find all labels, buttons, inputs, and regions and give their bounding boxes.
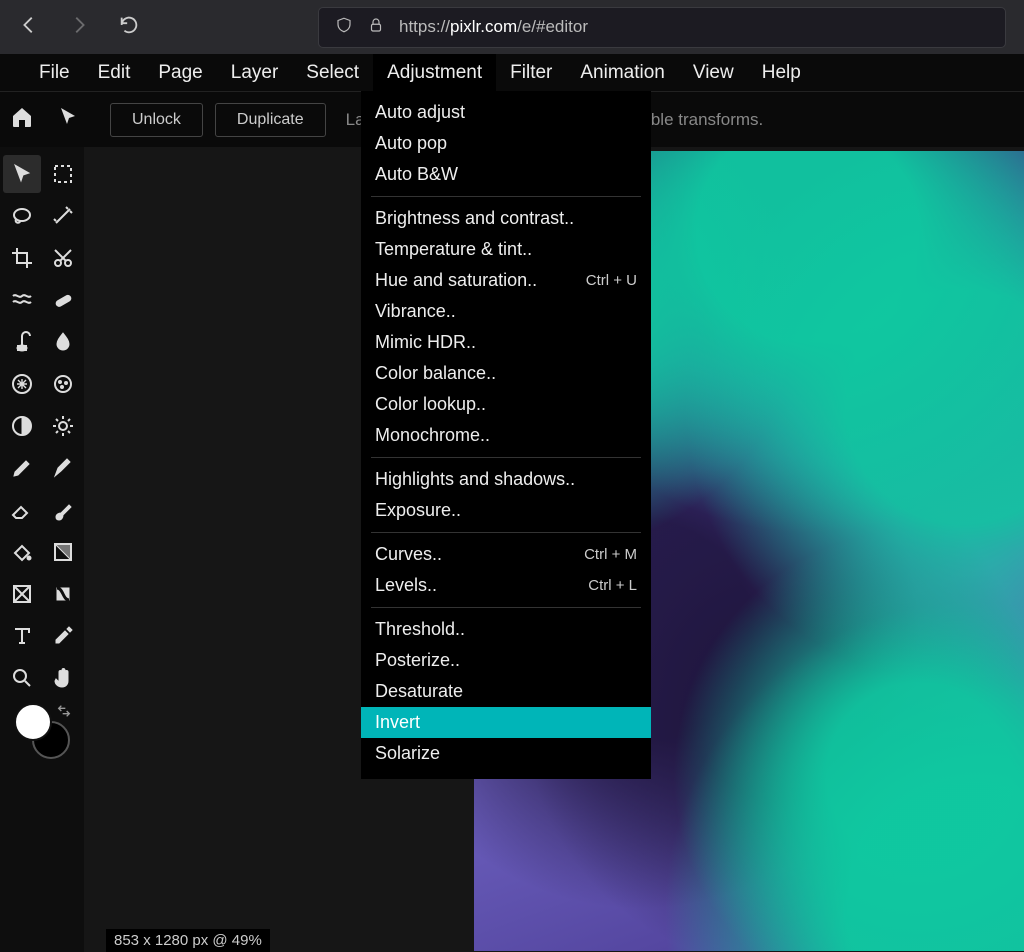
menu-layer[interactable]: Layer: [217, 54, 293, 91]
tool-liquify[interactable]: [3, 281, 41, 319]
menu-select[interactable]: Select: [292, 54, 373, 91]
tool-clone[interactable]: [3, 323, 41, 361]
menu-edit[interactable]: Edit: [84, 54, 145, 91]
foreground-color[interactable]: [14, 703, 52, 741]
adjustment-monochrome[interactable]: Monochrome..: [361, 420, 651, 451]
toolbox: [0, 147, 84, 952]
adjustment-temperature-tint[interactable]: Temperature & tint..: [361, 234, 651, 265]
adjustment-color-lookup[interactable]: Color lookup..: [361, 389, 651, 420]
status-bar: 853 x 1280 px @ 49%: [106, 929, 270, 952]
adjustment-auto-pop[interactable]: Auto pop: [361, 128, 651, 159]
adjustment-invert[interactable]: Invert: [361, 707, 651, 738]
menu-page[interactable]: Page: [144, 54, 216, 91]
lock-icon: [367, 16, 385, 39]
menu-filter[interactable]: Filter: [496, 54, 566, 91]
pointer-icon[interactable]: [56, 105, 80, 134]
tool-heal[interactable]: [44, 281, 82, 319]
tool-disperse[interactable]: [3, 365, 41, 403]
adjustment-posterize[interactable]: Posterize..: [361, 645, 651, 676]
menu-file[interactable]: File: [25, 54, 84, 91]
menu-help[interactable]: Help: [748, 54, 815, 91]
tool-brush[interactable]: [44, 449, 82, 487]
adjustment-highlights-and-shadows[interactable]: Highlights and shadows..: [361, 464, 651, 495]
adjustment-auto-adjust[interactable]: Auto adjust: [361, 97, 651, 128]
unlock-button[interactable]: Unlock: [110, 103, 203, 137]
tool-zoom[interactable]: [3, 659, 41, 697]
url-field[interactable]: https://pixlr.com/e/#editor: [318, 7, 1006, 48]
adjustment-dropdown: Auto adjustAuto popAuto B&W Brightness an…: [361, 91, 651, 779]
tool-wand[interactable]: [44, 197, 82, 235]
menu-animation[interactable]: Animation: [566, 54, 679, 91]
menu-view[interactable]: View: [679, 54, 748, 91]
dropdown-separator: [371, 607, 641, 608]
adjustment-color-balance[interactable]: Color balance..: [361, 358, 651, 389]
back-icon[interactable]: [18, 14, 40, 41]
tool-crop[interactable]: [3, 239, 41, 277]
tool-lasso[interactable]: [3, 197, 41, 235]
tool-shape[interactable]: [3, 575, 41, 613]
adjustment-desaturate[interactable]: Desaturate: [361, 676, 651, 707]
dropdown-separator: [371, 532, 641, 533]
shield-icon: [335, 16, 353, 39]
tool-cut[interactable]: [44, 239, 82, 277]
swap-colors-icon[interactable]: [56, 703, 72, 724]
tool-paintbrush[interactable]: [44, 491, 82, 529]
forward-icon[interactable]: [68, 14, 90, 41]
tool-move[interactable]: [3, 155, 41, 193]
dropdown-separator: [371, 457, 641, 458]
tool-bw[interactable]: [3, 407, 41, 445]
menu-adjustment[interactable]: Adjustment: [373, 54, 496, 91]
adjustment-hue-and-saturation[interactable]: Hue and saturation..Ctrl + U: [361, 265, 651, 296]
color-swatch[interactable]: [14, 703, 70, 759]
adjustment-exposure[interactable]: Exposure..: [361, 495, 651, 526]
adjustment-auto-b-w[interactable]: Auto B&W: [361, 159, 651, 190]
tool-hand[interactable]: [44, 659, 82, 697]
dropdown-separator: [371, 196, 641, 197]
adjustment-threshold[interactable]: Threshold..: [361, 614, 651, 645]
tool-marquee[interactable]: [44, 155, 82, 193]
adjustment-vibrance[interactable]: Vibrance..: [361, 296, 651, 327]
adjustment-curves[interactable]: Curves..Ctrl + M: [361, 539, 651, 570]
menu-bar: FileEditPageLayerSelectAdjustmentFilterA…: [0, 54, 1024, 91]
browser-url-bar: https://pixlr.com/e/#editor: [0, 0, 1024, 54]
tool-fill[interactable]: [3, 533, 41, 571]
tool-pen[interactable]: [3, 449, 41, 487]
tool-eraser[interactable]: [3, 491, 41, 529]
tool-text[interactable]: [3, 617, 41, 655]
adjustment-brightness-and-contrast[interactable]: Brightness and contrast..: [361, 203, 651, 234]
adjustment-levels[interactable]: Levels..Ctrl + L: [361, 570, 651, 601]
reload-icon[interactable]: [118, 14, 140, 41]
tool-settings[interactable]: [44, 407, 82, 445]
tool-smudge[interactable]: [44, 575, 82, 613]
tool-sponge[interactable]: [44, 365, 82, 403]
tool-blur[interactable]: [44, 323, 82, 361]
home-icon[interactable]: [10, 105, 34, 134]
tool-eyedropper[interactable]: [44, 617, 82, 655]
adjustment-solarize[interactable]: Solarize: [361, 738, 651, 769]
tool-gradient[interactable]: [44, 533, 82, 571]
duplicate-button[interactable]: Duplicate: [215, 103, 326, 137]
url-text: https://pixlr.com/e/#editor: [399, 17, 588, 37]
adjustment-mimic-hdr[interactable]: Mimic HDR..: [361, 327, 651, 358]
